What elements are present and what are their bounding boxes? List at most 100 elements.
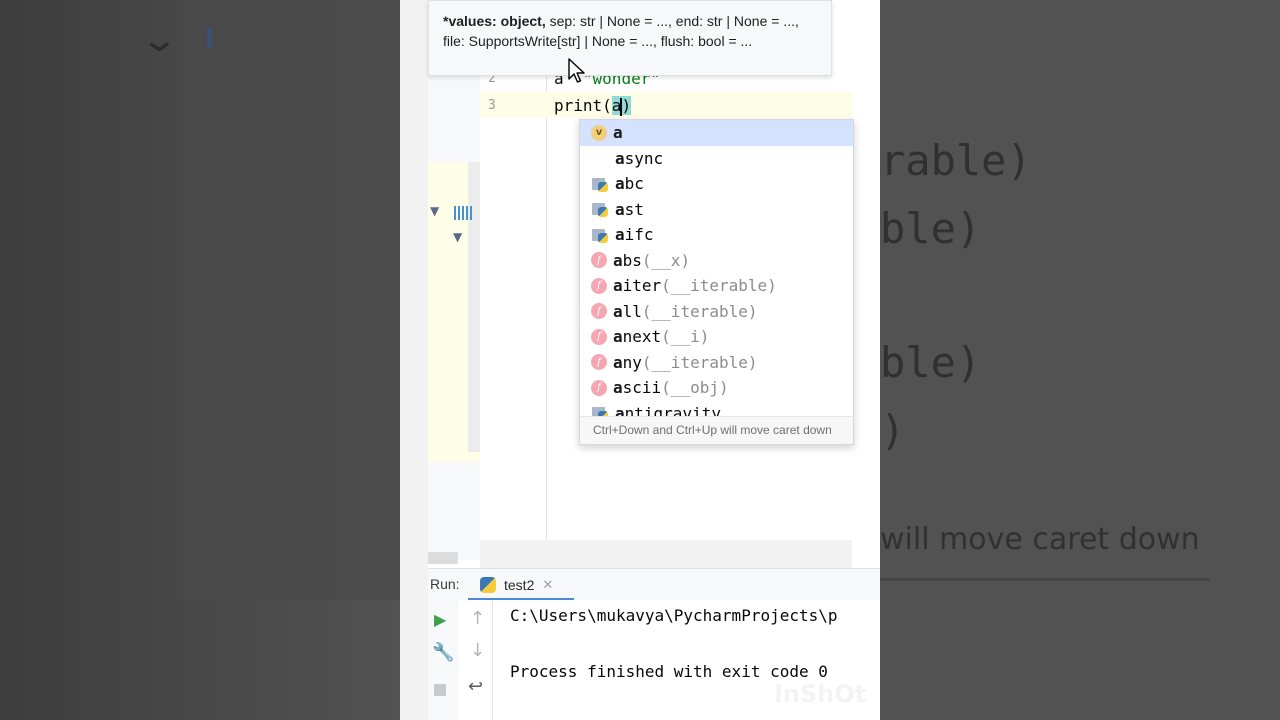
code-line-3[interactable]: print(a) xyxy=(554,96,632,116)
console-line: C:\Users\mukavya\PycharmProjects\p xyxy=(510,606,838,625)
echo-line: ) xyxy=(880,406,906,455)
chevron-down-icon[interactable]: ▼ xyxy=(453,230,462,244)
function-icon: f xyxy=(591,277,607,294)
tooltip-params: sep: str | None = ..., end: str | None =… xyxy=(545,13,799,29)
completion-match: a xyxy=(613,378,623,398)
completion-item[interactable]: aifc xyxy=(580,222,853,248)
completion-rest: bc xyxy=(624,174,644,194)
rerun-icon[interactable]: ▶ xyxy=(434,610,446,629)
tooltip-current-param: *values: object, xyxy=(443,13,546,29)
python-module-icon xyxy=(591,175,609,193)
completion-rest: next xyxy=(622,327,662,347)
run-panel-header: Run: test2 ✕ xyxy=(428,568,880,601)
python-file-icon xyxy=(480,577,496,593)
completion-rest: sync xyxy=(624,148,664,168)
blurred-background-right: rable) ble) ble) ) will move caret down xyxy=(880,0,1280,720)
completion-match: a xyxy=(613,123,623,143)
completion-item[interactable]: async xyxy=(580,146,853,172)
line-number: 3 xyxy=(488,98,496,113)
completion-match: a xyxy=(615,225,625,245)
echo-hint: will move caret down xyxy=(880,522,1200,557)
editor-horizontal-scroll[interactable] xyxy=(480,540,852,568)
library-icon xyxy=(454,206,474,220)
completion-item[interactable]: f ascii(__obj) xyxy=(580,375,853,401)
tree-horizontal-scroll-thumb[interactable] xyxy=(428,552,458,564)
completion-signature: (__iterable) xyxy=(641,301,758,321)
completion-item-label: anext(__i) xyxy=(613,327,709,346)
completion-rest: scii xyxy=(622,378,662,398)
inshot-watermark: InShOt xyxy=(774,680,867,708)
completion-item[interactable]: abc xyxy=(580,171,853,197)
function-icon: f xyxy=(591,328,607,345)
completion-rest: ny xyxy=(622,352,642,372)
completion-match: a xyxy=(615,199,625,219)
completion-hint: Ctrl+Down and Ctrl+Up will move caret do… xyxy=(580,416,853,444)
completion-item[interactable]: f all(__iterable) xyxy=(580,299,853,325)
completion-item-label: abs(__x) xyxy=(613,251,690,270)
current-line-highlight xyxy=(480,92,852,118)
completion-match: a xyxy=(613,352,623,372)
completion-rest: ll xyxy=(622,301,642,321)
soft-wrap-icon[interactable]: ↩ xyxy=(468,676,483,697)
arrow-down-icon[interactable]: ↓ xyxy=(470,640,485,661)
run-label: Run: xyxy=(430,576,460,592)
completion-list[interactable]: v a async abc ast aifc f abs(__x) f aiter(__itera… xyxy=(580,120,853,416)
completion-match: a xyxy=(613,327,623,347)
completion-match: a xyxy=(615,174,625,194)
arrow-up-icon[interactable]: ↑ xyxy=(470,608,485,629)
python-module-icon xyxy=(591,226,609,244)
parameter-info-tooltip: *values: object, sep: str | None = ..., … xyxy=(428,0,832,76)
echo-line: ble) xyxy=(880,338,982,387)
completion-match: a xyxy=(613,250,623,270)
wrench-icon[interactable]: 🔧 xyxy=(432,642,454,663)
completion-item-label: any(__iterable) xyxy=(613,353,758,372)
completion-item[interactable]: va xyxy=(580,120,853,146)
keyword-blank-icon xyxy=(591,149,609,167)
blurred-background-left: ⌄ xyxy=(0,0,400,720)
completion-signature: (__x) xyxy=(641,250,691,270)
completion-rest: st xyxy=(624,199,644,219)
completion-item[interactable]: f any(__iterable) xyxy=(580,350,853,376)
completion-item[interactable]: f anext(__i) xyxy=(580,324,853,350)
code-token: ) xyxy=(621,96,632,115)
close-icon[interactable]: ✕ xyxy=(542,577,553,593)
left-toolstrip xyxy=(400,0,428,720)
completion-item-label: all(__iterable) xyxy=(613,302,758,321)
ide-window: ▼ ▼ 2 a "wonder" 3 print(a) *values: obj… xyxy=(400,0,880,720)
function-icon: f xyxy=(591,379,607,396)
function-icon: f xyxy=(591,252,607,269)
code-completion-popup[interactable]: v a async abc ast aifc f abs(__x) f aiter(__itera… xyxy=(579,119,854,445)
completion-signature: (__iterable) xyxy=(661,276,777,296)
variable-icon: v xyxy=(591,124,607,141)
echo-line: rable) xyxy=(880,136,1032,185)
console-line: Process finished with exit code 0 xyxy=(510,662,828,681)
completion-match: a xyxy=(613,301,623,321)
function-icon: f xyxy=(591,354,607,371)
completion-item-label: ast xyxy=(615,200,644,219)
chevron-down-icon: ⌄ xyxy=(139,20,180,60)
run-tab-test2[interactable]: test2 ✕ xyxy=(480,569,553,601)
code-token: print( xyxy=(554,96,612,115)
completion-rest: ifc xyxy=(624,225,654,245)
blurred-panel xyxy=(178,0,400,600)
completion-item-label: antigravity xyxy=(615,404,721,416)
completion-item-label: a xyxy=(613,123,623,142)
completion-item[interactable]: f aiter(__iterable) xyxy=(580,273,853,299)
completion-signature: (__i) xyxy=(661,327,710,347)
completion-item[interactable]: f abs(__x) xyxy=(580,248,853,274)
function-icon: f xyxy=(591,303,607,320)
completion-item[interactable]: antigravity xyxy=(580,401,853,416)
completion-item-label: aiter(__iterable) xyxy=(613,276,777,295)
chevron-down-icon[interactable]: ▼ xyxy=(430,204,439,218)
completion-signature: (__iterable) xyxy=(641,352,758,372)
completion-item-label: async xyxy=(615,149,663,168)
completion-item[interactable]: ast xyxy=(580,197,853,223)
completion-item-label: ascii(__obj) xyxy=(613,378,729,397)
completion-signature: (__obj) xyxy=(661,378,729,398)
completion-rest: bs xyxy=(622,250,642,270)
tooltip-line-2: file: SupportsWrite[str] | None = ..., f… xyxy=(443,33,753,49)
completion-match: a xyxy=(615,403,625,416)
completion-item-label: aifc xyxy=(615,225,654,244)
stop-icon[interactable] xyxy=(434,684,446,696)
matched-arg: a) xyxy=(611,96,632,116)
